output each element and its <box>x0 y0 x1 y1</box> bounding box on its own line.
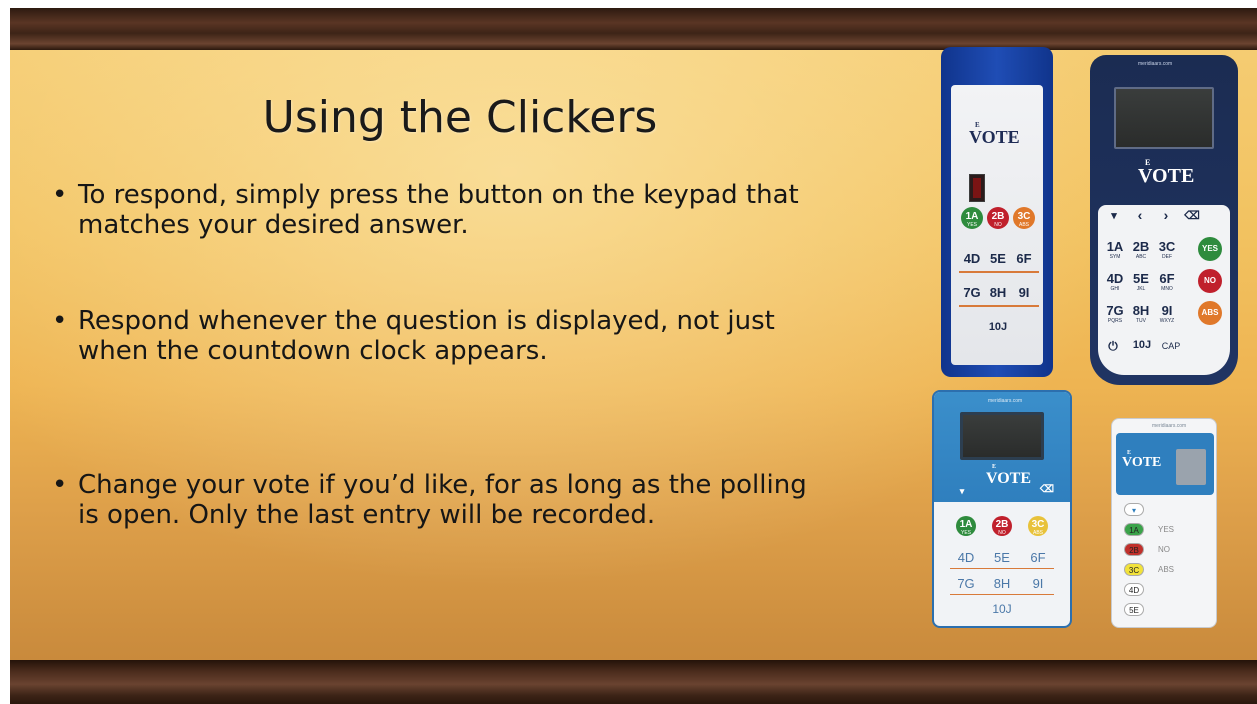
abs-label: ABS <box>1158 565 1175 574</box>
no-label: NO <box>1158 545 1170 554</box>
key-9i[interactable]: 9I WXYZ <box>1156 303 1178 324</box>
key-4d[interactable]: 4D <box>961 251 983 266</box>
power-icon[interactable]: ⏻ <box>1102 339 1124 354</box>
chevron-left-icon[interactable]: ‹ <box>1130 207 1150 223</box>
clicker-device-white: meridiaars.com E VOTE ▾ 1A YES 2B NO 3C A… <box>1111 418 1217 628</box>
no-button[interactable]: NO <box>1198 269 1222 293</box>
key-5e[interactable]: 5E <box>987 251 1009 266</box>
key-8h[interactable]: 8H <box>990 576 1014 591</box>
key-1a[interactable]: 1A <box>1124 523 1144 536</box>
key-5e[interactable]: 5E <box>990 550 1014 565</box>
yes-button[interactable]: YES <box>1198 237 1222 261</box>
key-2b[interactable]: 2B NO <box>992 516 1012 536</box>
key-3c[interactable]: 3C <box>1124 563 1144 576</box>
slide-title: Using the Clickers <box>262 92 658 143</box>
key-7g[interactable]: 7G PQRS <box>1104 303 1126 324</box>
key-10j[interactable]: 10J <box>985 321 1011 333</box>
site-label: meridiaars.com <box>1138 61 1173 67</box>
backspace-icon[interactable]: ⌫ <box>1182 209 1202 222</box>
key-3c[interactable]: 3C ABS <box>1013 207 1035 229</box>
send-icon[interactable]: ▾ <box>954 486 970 497</box>
key-9i[interactable]: 9I <box>1013 285 1035 300</box>
key-4d[interactable]: 4D <box>1124 583 1144 596</box>
bullet-dot: • <box>52 306 68 336</box>
evote-logo: E VOTE <box>986 464 1032 487</box>
lcd-screen <box>1114 87 1214 149</box>
clicker-device-navy: meridiaars.com E VOTE ▾ ‹ › ⌫ 1A SYM 2B ABC… <box>1090 55 1238 385</box>
key-2b[interactable]: 2B NO <box>987 207 1009 229</box>
key-2b[interactable]: 2B <box>1124 543 1144 556</box>
key-1a[interactable]: 1A YES <box>956 516 976 536</box>
evote-logo: E VOTE <box>1122 450 1162 470</box>
lcd-screen <box>1176 449 1206 485</box>
clicker-device-blue: E VOTE 1A YES 2B NO 3C ABS 4D 5E 6F 7G 8H 9I… <box>941 47 1053 377</box>
evote-logo: E VOTE <box>969 121 1020 147</box>
key-7g[interactable]: 7G <box>961 285 983 300</box>
send-icon[interactable]: ▾ <box>1124 503 1144 516</box>
wood-frame-bottom <box>10 660 1257 704</box>
key-4d[interactable]: 4D GHI <box>1104 271 1126 292</box>
key-6f[interactable]: 6F MNO <box>1156 271 1178 292</box>
bullet-item: • Respond whenever the question is displa… <box>52 306 775 366</box>
key-10j[interactable]: 10J <box>988 602 1016 616</box>
site-label: meridiaars.com <box>988 398 1023 404</box>
lcd-screen <box>960 412 1044 460</box>
backspace-icon[interactable]: ⌫ <box>1038 484 1056 495</box>
wood-frame-top <box>10 8 1257 50</box>
led-window <box>969 174 985 202</box>
key-9i[interactable]: 9I <box>1026 576 1050 591</box>
abs-button[interactable]: ABS <box>1198 301 1222 325</box>
key-3c[interactable]: 3C ABS <box>1028 516 1048 536</box>
key-5e[interactable]: 5E JKL <box>1130 271 1152 292</box>
key-1a[interactable]: 1A SYM <box>1104 239 1126 260</box>
send-icon[interactable]: ▾ <box>1104 209 1124 222</box>
key-6f[interactable]: 6F <box>1013 251 1035 266</box>
bullet-dot: • <box>52 470 68 500</box>
key-3c[interactable]: 3C DEF <box>1156 239 1178 260</box>
key-2b[interactable]: 2B ABC <box>1130 239 1152 260</box>
key-8h[interactable]: 8H <box>987 285 1009 300</box>
key-5e[interactable]: 5E <box>1124 603 1144 616</box>
key-8h[interactable]: 8H TUV <box>1130 303 1152 324</box>
key-6f[interactable]: 6F <box>1026 550 1050 565</box>
site-label: meridiaars.com <box>1152 423 1187 429</box>
bullet-item: • Change your vote if you’d like, for as … <box>52 470 807 530</box>
key-4d[interactable]: 4D <box>954 550 978 565</box>
chevron-right-icon[interactable]: › <box>1156 207 1176 223</box>
evote-logo: E VOTE <box>1138 158 1195 187</box>
cap-button[interactable]: CAP <box>1158 341 1184 351</box>
yes-label: YES <box>1158 525 1175 534</box>
bullet-item: • To respond, simply press the button on … <box>52 180 799 240</box>
key-7g[interactable]: 7G <box>954 576 978 591</box>
key-1a[interactable]: 1A YES <box>961 207 983 229</box>
clicker-device-light-blue: meridiaars.com E VOTE ▾ ⌫ 1A YES 2B NO 3C AB… <box>932 390 1072 628</box>
bullet-dot: • <box>52 180 68 210</box>
key-10j[interactable]: 10J <box>1130 339 1154 351</box>
